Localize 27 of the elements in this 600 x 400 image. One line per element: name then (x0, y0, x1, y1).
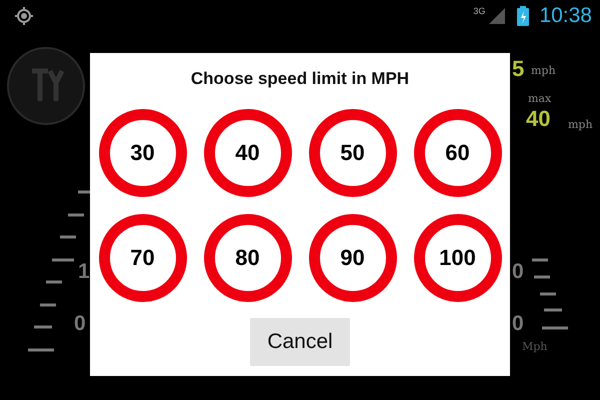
clock-time: 10:38 (539, 4, 592, 28)
speed-limit-sign[interactable]: 100 (414, 214, 502, 302)
average-speed: 5 (512, 56, 524, 82)
cancel-button[interactable]: Cancel (250, 318, 350, 366)
speed-limit-sign[interactable]: 60 (414, 109, 502, 197)
speed-limit-sign[interactable]: 80 (204, 214, 292, 302)
network-type: 3G (473, 6, 486, 16)
speedometer-ticks-drawing (530, 258, 570, 330)
dialog-title: Choose speed limit in MPH (190, 69, 410, 89)
unit-label: mph (531, 64, 556, 77)
speed-limit-sign[interactable]: 50 (308, 109, 396, 197)
location-icon (14, 6, 34, 26)
max-label: max (528, 92, 552, 105)
unit-label: mph (568, 118, 593, 131)
speed-limit-sign[interactable]: 30 (98, 109, 186, 197)
max-speed: 40 (526, 106, 550, 132)
signal-icon (489, 8, 506, 24)
speed-limit-sign[interactable]: 40 (204, 109, 292, 197)
battery-icon (517, 6, 530, 26)
logo-circle-icon[interactable] (6, 46, 86, 126)
scale-label: 0 (512, 260, 524, 284)
scale-label: 1 (78, 260, 90, 284)
scale-label: 0 (512, 312, 524, 336)
unit-label: Mph (522, 340, 548, 353)
speed-limit-sign[interactable]: 70 (98, 214, 186, 302)
speed-limit-sign[interactable]: 90 (308, 214, 396, 302)
scale-label: 0 (74, 312, 86, 336)
